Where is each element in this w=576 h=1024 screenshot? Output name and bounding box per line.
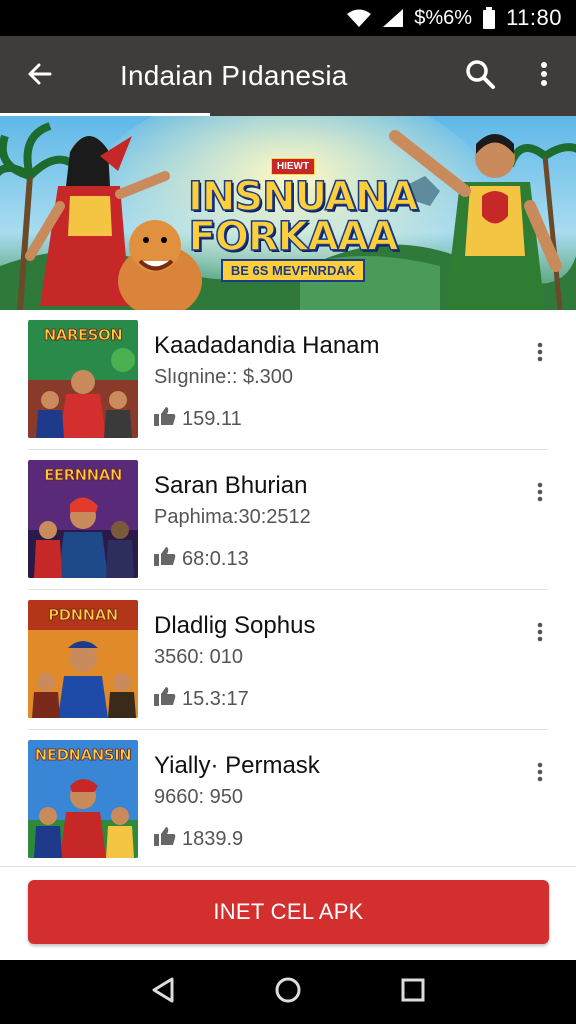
- list-item[interactable]: EERNNAN Saran Bhurian Paphima:30:2512 68…: [0, 450, 576, 590]
- item-subtitle: 3560: 010: [154, 646, 243, 668]
- item-more-button[interactable]: [526, 758, 554, 790]
- thumbnail-title: NARESON: [43, 326, 123, 345]
- item-meta: 15.3:17: [154, 686, 249, 712]
- search-icon: [464, 58, 496, 95]
- hero-banner[interactable]: HIEWT INSNUANA FORKAAA BE 6S MEVFNRDAK: [0, 116, 576, 310]
- thumbnail-title: PDNNAN: [48, 606, 119, 625]
- item-meta: 159.11: [154, 406, 242, 432]
- game-thumbnail: PDNNAN: [28, 600, 138, 718]
- item-meta: 1839.9: [154, 826, 243, 852]
- thumbs-up-icon: [154, 546, 176, 572]
- thumbs-up-icon: [154, 686, 176, 712]
- thumbs-up-icon: [154, 826, 176, 852]
- nav-recents-button[interactable]: [383, 962, 443, 1022]
- app-list: NARESON Kaadadandia Hanam Slıgnine:: $.3…: [0, 310, 576, 866]
- wifi-icon: [346, 8, 372, 28]
- item-subtitle: 9660: 950: [154, 786, 243, 808]
- banner-title-line2: FORKAAA: [188, 214, 400, 260]
- status-bar: $%6% 11:80: [0, 0, 576, 36]
- back-triangle-icon: [150, 976, 176, 1009]
- more-vert-icon: [540, 61, 548, 92]
- item-subtitle: Paphima:30:2512: [154, 506, 311, 528]
- cell-signal-icon: [382, 8, 404, 28]
- item-more-button[interactable]: [526, 478, 554, 510]
- item-name: Yially· Permask: [154, 752, 320, 779]
- nav-back-button[interactable]: [133, 962, 193, 1022]
- item-subtitle: Slıgnine:: $.300: [154, 366, 293, 388]
- banner-tagline: BE 6S MEVFNRDAK: [220, 259, 366, 282]
- recents-square-icon: [400, 977, 426, 1008]
- list-item[interactable]: PDNNAN Dladlig Sophus 3560: 010 15.3:17: [0, 590, 576, 730]
- thumbs-up-icon: [154, 406, 176, 432]
- search-button[interactable]: [448, 36, 512, 116]
- item-more-button[interactable]: [526, 338, 554, 370]
- item-meta: 68:0.13: [154, 546, 249, 572]
- system-nav-bar: [0, 960, 576, 1024]
- back-arrow-icon: [26, 60, 54, 93]
- get-apk-button[interactable]: INET CEL APK: [28, 880, 549, 944]
- nav-home-button[interactable]: [258, 962, 318, 1022]
- item-name: Kaadadandia Hanam: [154, 332, 380, 359]
- thumbnail-title: EERNNAN: [44, 466, 123, 485]
- thumbnail-title: NEDNANSIN: [34, 746, 132, 765]
- list-item[interactable]: NARESON Kaadadandia Hanam Slıgnine:: $.3…: [0, 310, 576, 450]
- more-vert-icon: [537, 762, 543, 787]
- home-circle-icon: [274, 976, 302, 1009]
- battery-icon: [482, 7, 496, 29]
- back-button[interactable]: [0, 36, 80, 116]
- item-count: 15.3:17: [182, 687, 249, 710]
- item-count: 68:0.13: [182, 547, 249, 570]
- list-item[interactable]: NEDNANSIN Yially· Permask 9660: 950 1839…: [0, 730, 576, 870]
- item-name: Saran Bhurian: [154, 472, 308, 499]
- game-thumbnail: NARESON: [28, 320, 138, 438]
- more-vert-icon: [537, 622, 543, 647]
- banner-logo: HIEWT INSNUANA FORKAAA BE 6S MEVFNRDAK: [187, 156, 419, 282]
- overflow-menu-button[interactable]: [512, 36, 576, 116]
- app-bar: Indaian Pıdanesia: [0, 36, 576, 116]
- clock: 11:80: [506, 5, 562, 30]
- item-count: 1839.9: [182, 827, 244, 850]
- more-vert-icon: [537, 482, 543, 507]
- battery-percentage: $%6%: [414, 6, 473, 29]
- banner-title-line1: INSNUANA: [187, 174, 419, 220]
- more-vert-icon: [537, 342, 543, 367]
- footer: INET CEL APK: [0, 866, 576, 960]
- item-name: Dladlig Sophus: [154, 612, 316, 639]
- page-title: Indaian Pıdanesia: [120, 60, 348, 91]
- item-count: 159.11: [182, 407, 242, 430]
- banner-badge: HIEWT: [270, 158, 316, 175]
- game-thumbnail: NEDNANSIN: [28, 740, 138, 858]
- game-thumbnail: EERNNAN: [28, 460, 138, 578]
- item-more-button[interactable]: [526, 618, 554, 650]
